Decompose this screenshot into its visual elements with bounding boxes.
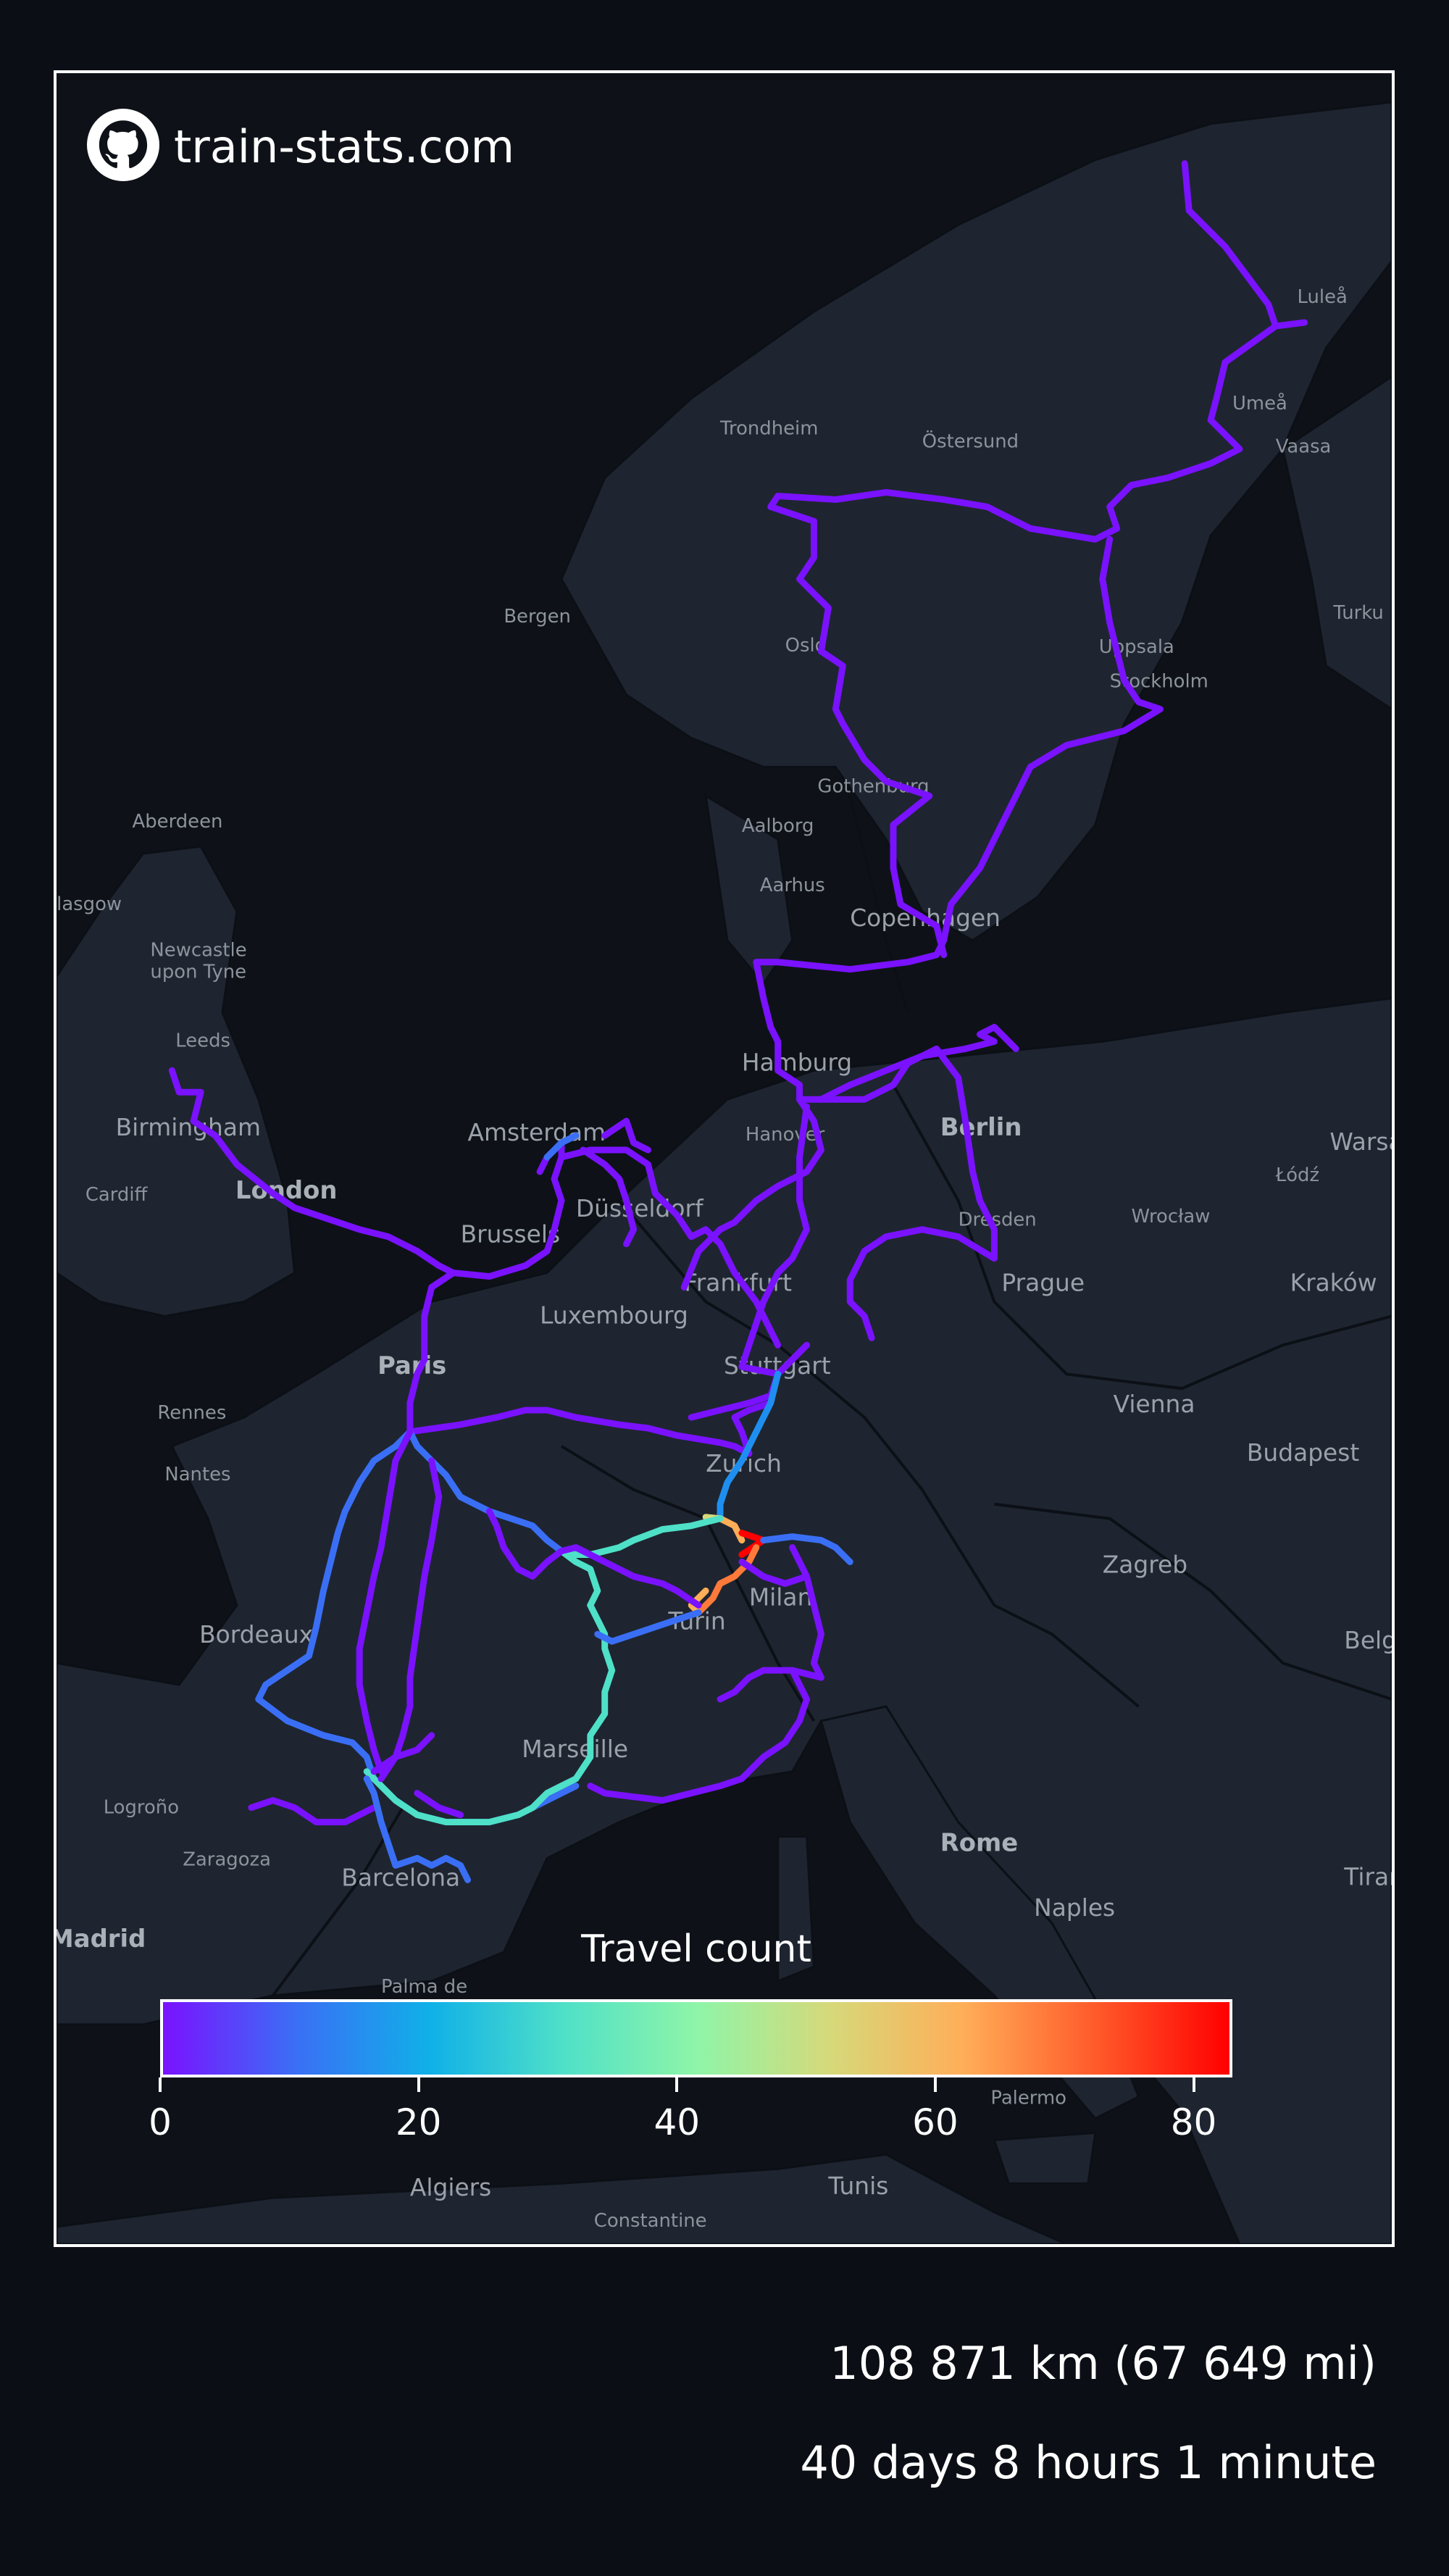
city-label: Belgrade: [1344, 1626, 1392, 1654]
colorbar: [160, 1999, 1232, 2077]
city-label: Aarhus: [760, 875, 825, 896]
colorbar-tick: [1192, 2077, 1195, 2092]
city-label: Östersund: [922, 430, 1019, 453]
city-label: Uppsala: [1099, 636, 1174, 658]
city-label: Vaasa: [1276, 436, 1332, 458]
city-label: Trondheim: [719, 418, 818, 440]
city-label: Budapest: [1247, 1438, 1359, 1467]
city-label: Cardiff: [85, 1184, 149, 1206]
colorbar-tick: [675, 2077, 679, 2092]
colorbar-tick: [933, 2077, 937, 2092]
city-label: Paris: [377, 1351, 446, 1380]
city-label: Nantes: [164, 1464, 230, 1485]
city-label: Berlin: [940, 1113, 1022, 1141]
city-label: Leeds: [175, 1030, 230, 1051]
city-label: Kraków: [1290, 1268, 1377, 1296]
city-label: Gothenburg: [817, 775, 929, 797]
city-label: Aberdeen: [133, 811, 223, 833]
city-label: Aalborg: [742, 815, 814, 837]
city-label: Marseille: [522, 1735, 628, 1763]
city-label: Łódź: [1275, 1164, 1319, 1186]
route: [601, 1117, 651, 1154]
city-label: Rome: [940, 1828, 1019, 1856]
city-label: Tirana: [1343, 1862, 1392, 1891]
city-label: Algiers: [410, 2173, 491, 2201]
city-label: Newcastle upon Tyne: [150, 940, 246, 983]
city-label: Constantine: [594, 2210, 707, 2232]
city-label: Rennes: [157, 1402, 226, 1424]
city-label: Düsseldorf: [576, 1194, 704, 1222]
city-label: Vienna: [1114, 1390, 1195, 1418]
city-label: Zagreb: [1103, 1550, 1187, 1578]
map-panel[interactable]: Luleå Umeå Vaasa Östersund Trondheim Turku Ber…: [54, 70, 1395, 2247]
city-label: Hamburg: [742, 1048, 852, 1076]
city-label: Barcelona: [341, 1863, 460, 1891]
city-label: Tunis: [827, 2172, 888, 2200]
colorbar-tick-label: 0: [149, 2101, 172, 2143]
colorbar-tick-label: 40: [653, 2101, 701, 2143]
city-label: Logroño: [104, 1797, 179, 1819]
city-label: Wrocław: [1132, 1206, 1211, 1227]
city-label: Brussels: [461, 1220, 561, 1249]
city-label: Prague: [1001, 1268, 1085, 1296]
city-label: Milan: [749, 1583, 813, 1611]
brand-text[interactable]: train-stats.com: [174, 120, 514, 173]
city-label: Dresden: [959, 1209, 1037, 1231]
map-canvas[interactable]: Luleå Umeå Vaasa Östersund Trondheim Turku Ber…: [57, 73, 1392, 2244]
brand[interactable]: train-stats.com: [87, 109, 514, 184]
city-label: Turku: [1332, 602, 1383, 624]
city-label: Bergen: [504, 606, 571, 628]
colorbar-tick-label: 60: [912, 2101, 959, 2143]
city-label: Umeå: [1232, 392, 1287, 414]
city-label: Luxembourg: [540, 1301, 688, 1329]
city-label: Luleå: [1298, 285, 1348, 308]
colorbar-legend: Travel count 0 20 40 60 80: [149, 1927, 1232, 2167]
colorbar-tick: [417, 2077, 420, 2092]
city-label: Zaragoza: [183, 1848, 271, 1870]
colorbar-tick: [159, 2077, 162, 2092]
route: [450, 1139, 565, 1280]
city-label: Naples: [1034, 1893, 1115, 1922]
colorbar-tick-label: 80: [1170, 2101, 1217, 2143]
legend-title: Travel count: [581, 1927, 811, 1971]
city-label: Amsterdam: [468, 1118, 606, 1146]
city-label: Glasgow: [57, 893, 122, 915]
city-label: Warsaw: [1329, 1127, 1392, 1156]
colorbar-tick-label: 20: [395, 2101, 442, 2143]
city-label: Birmingham: [116, 1113, 261, 1141]
total-distance: 108 871 km (67 649 mi): [830, 2337, 1377, 2390]
github-icon[interactable]: [87, 109, 159, 184]
total-duration: 40 days 8 hours 1 minute: [800, 2436, 1377, 2489]
city-label: Madrid: [57, 1925, 146, 1953]
city-label: Bordeaux: [199, 1620, 313, 1648]
